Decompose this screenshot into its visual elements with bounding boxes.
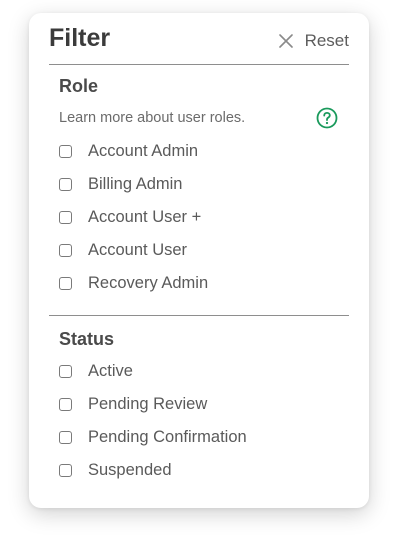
status-section: Status Active Pending Review Pending Con…: [59, 328, 339, 487]
checkbox[interactable]: [59, 431, 72, 444]
role-option-account-user-plus[interactable]: Account User +: [59, 201, 339, 234]
role-option-recovery-admin[interactable]: Recovery Admin: [59, 267, 339, 300]
role-section: Role Learn more about user roles. Accoun…: [59, 75, 339, 300]
checkbox[interactable]: [59, 244, 72, 257]
role-option-account-admin[interactable]: Account Admin: [59, 135, 339, 168]
status-option-suspended[interactable]: Suspended: [59, 454, 339, 487]
option-label: Account User +: [88, 208, 202, 226]
option-label: Pending Review: [88, 395, 208, 413]
status-section-title: Status: [59, 329, 115, 349]
learn-more-link[interactable]: Learn more about user roles.: [59, 110, 245, 126]
checkbox[interactable]: [59, 365, 72, 378]
checkbox[interactable]: [59, 398, 72, 411]
status-option-active[interactable]: Active: [59, 355, 339, 388]
checkbox[interactable]: [59, 178, 72, 191]
learn-more-row: Learn more about user roles.: [59, 106, 339, 130]
checkbox[interactable]: [59, 464, 72, 477]
status-option-pending-review[interactable]: Pending Review: [59, 388, 339, 421]
role-section-title: Role: [59, 76, 99, 96]
option-label: Account User: [88, 241, 188, 259]
option-label: Pending Confirmation: [88, 428, 247, 446]
option-label: Suspended: [88, 461, 172, 479]
option-label: Billing Admin: [88, 175, 183, 193]
checkbox[interactable]: [59, 211, 72, 224]
question-circle-icon[interactable]: [316, 107, 338, 129]
reset-button[interactable]: Reset: [278, 31, 349, 51]
checkbox[interactable]: [59, 277, 72, 290]
close-icon: [278, 34, 293, 48]
reset-label: Reset: [304, 31, 349, 50]
option-label: Active: [88, 362, 133, 380]
checkbox[interactable]: [59, 145, 72, 158]
filter-header: Filter Reset: [49, 22, 349, 65]
status-option-pending-confirmation[interactable]: Pending Confirmation: [59, 421, 339, 454]
role-option-account-user[interactable]: Account User: [59, 234, 339, 267]
role-option-billing-admin[interactable]: Billing Admin: [59, 168, 339, 201]
status-options: Active Pending Review Pending Confirmati…: [59, 355, 339, 487]
option-label: Account Admin: [88, 142, 199, 160]
option-label: Recovery Admin: [88, 274, 209, 292]
role-options: Account Admin Billing Admin Account User…: [59, 135, 339, 300]
filter-title: Filter: [49, 24, 111, 52]
filter-panel: Filter Reset Role Learn more about user …: [29, 13, 369, 508]
section-divider: [49, 315, 349, 316]
